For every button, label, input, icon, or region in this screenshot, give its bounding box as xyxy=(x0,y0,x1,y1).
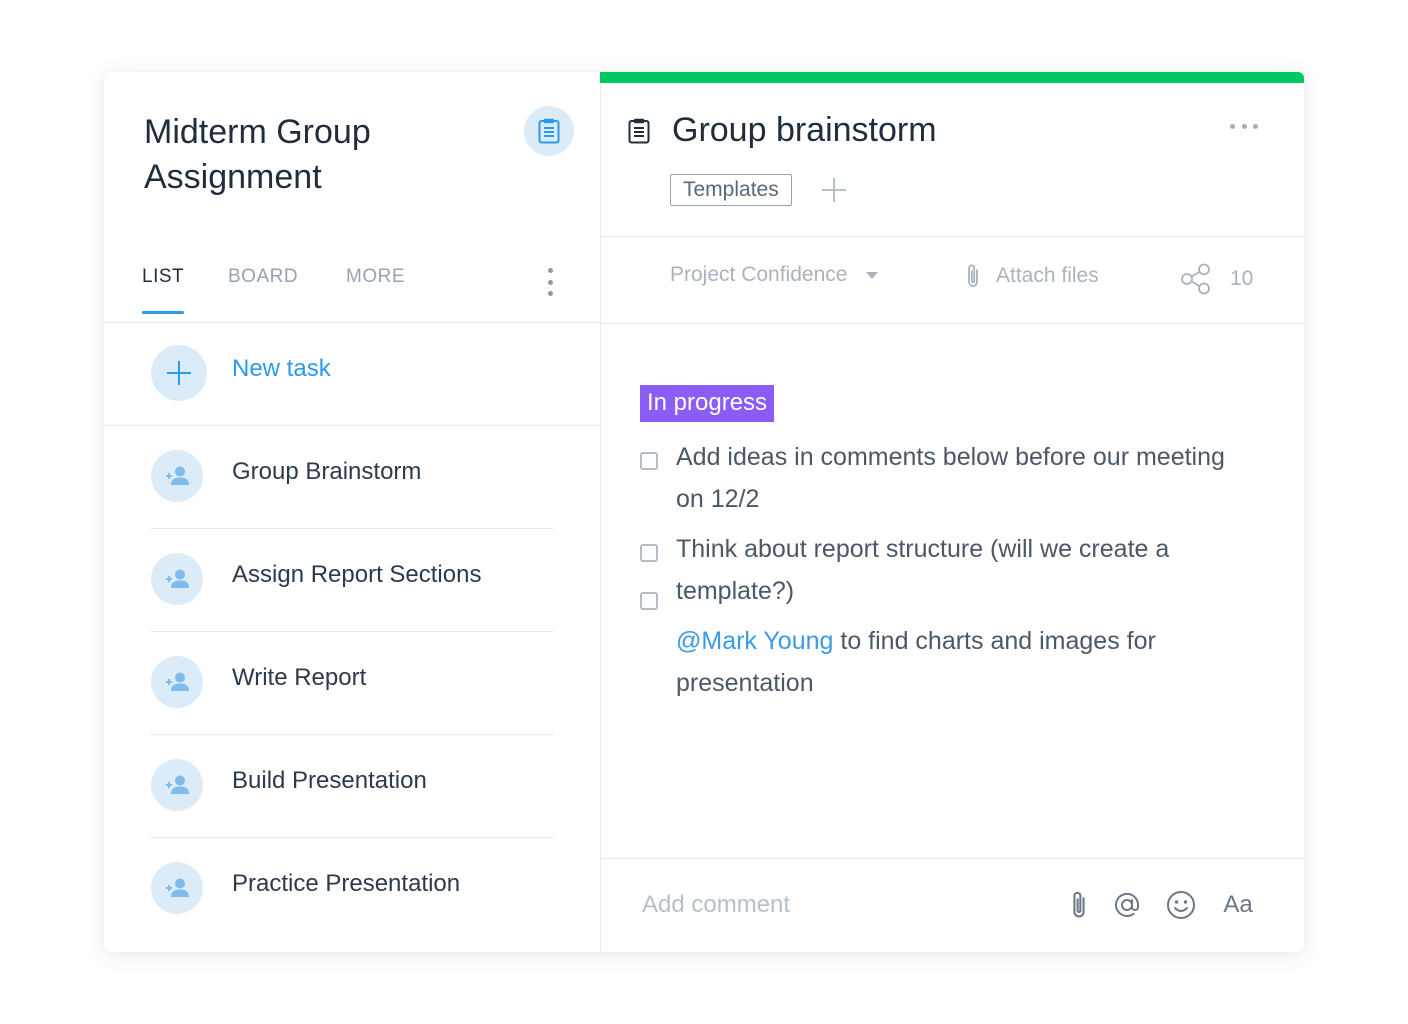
assign-user-icon xyxy=(166,672,189,691)
assignee-avatar[interactable] xyxy=(151,759,203,811)
attach-comment-button[interactable] xyxy=(1066,889,1092,921)
checklist-item: Add ideas in comments below before our m… xyxy=(640,436,1240,520)
task-list: Group Brainstorm Assign Report Sections xyxy=(104,426,600,941)
project-title: Midterm Group Assignment xyxy=(144,113,371,196)
text-format-button[interactable]: Aa xyxy=(1220,889,1256,921)
more-horizontal-icon[interactable] xyxy=(1230,124,1258,132)
task-title[interactable]: Group brainstorm xyxy=(672,108,937,152)
paperclip-icon xyxy=(1073,891,1085,918)
tab-board[interactable]: BOARD xyxy=(228,266,298,314)
caret-down-icon xyxy=(866,271,879,279)
task-name: Assign Report Sections xyxy=(232,561,482,588)
more-options-icon[interactable] xyxy=(540,264,560,300)
attach-files-label: Attach files xyxy=(996,264,1099,287)
project-confidence-dropdown[interactable]: Project Confidence xyxy=(670,263,879,287)
task-name: Build Presentation xyxy=(232,767,427,794)
new-task-button[interactable]: New task xyxy=(104,323,600,426)
mention-link[interactable]: @Mark Young xyxy=(676,627,833,655)
mention-button[interactable] xyxy=(1112,889,1142,921)
assign-user-icon xyxy=(166,878,189,897)
task-name: Practice Presentation xyxy=(232,870,461,897)
comment-bar: Aa xyxy=(600,858,1304,952)
view-tabs: LIST BOARD MORE xyxy=(104,252,600,323)
task-toolbar: Project Confidence Attach files 10 xyxy=(600,236,1304,324)
task-detail-panel: Group brainstorm Templates Project Confi… xyxy=(600,72,1304,952)
add-tag-icon[interactable] xyxy=(820,176,848,204)
assign-user-icon xyxy=(166,569,189,588)
project-panel: Midterm Group Assignment LIST BOARD MORE xyxy=(104,72,601,952)
clipboard-icon xyxy=(628,118,650,144)
share-count: 10 xyxy=(1230,267,1254,290)
share-icon xyxy=(1181,263,1210,295)
new-task-circle xyxy=(151,345,207,401)
task-manager-card: Midterm Group Assignment LIST BOARD MORE xyxy=(104,72,1304,952)
checkbox[interactable] xyxy=(640,544,658,562)
tab-more[interactable]: MORE xyxy=(346,266,405,314)
checkbox[interactable] xyxy=(640,452,658,470)
clipboard-icon xyxy=(538,118,560,144)
smiley-icon xyxy=(1167,891,1195,919)
task-name: Write Report xyxy=(232,664,367,691)
task-row[interactable]: Write Report xyxy=(104,632,600,735)
plus-icon xyxy=(167,361,191,385)
checklist: Add ideas in comments below before our m… xyxy=(640,436,1240,704)
paperclip-icon xyxy=(968,264,978,287)
assign-user-icon xyxy=(166,775,189,794)
project-details-button[interactable] xyxy=(524,106,574,156)
assign-user-icon xyxy=(166,466,189,485)
task-row[interactable]: Group Brainstorm xyxy=(104,426,600,529)
checklist-item: @Mark Young to find charts and images fo… xyxy=(640,620,1240,704)
new-task-label: New task xyxy=(232,355,331,382)
task-row[interactable]: Practice Presentation xyxy=(104,838,600,941)
task-row[interactable]: Assign Report Sections xyxy=(104,529,600,632)
checklist-item-text: Think about report structure (will we cr… xyxy=(676,535,1170,605)
emoji-button[interactable] xyxy=(1166,889,1196,921)
assignee-avatar[interactable] xyxy=(151,553,203,605)
attach-files-button[interactable]: Attach files xyxy=(966,263,1099,289)
checklist-item-text: Add ideas in comments below before our m… xyxy=(676,443,1225,513)
tag-templates[interactable]: Templates xyxy=(670,174,792,206)
status-badge[interactable]: In progress xyxy=(640,385,775,422)
assignee-avatar[interactable] xyxy=(151,656,203,708)
task-name: Group Brainstorm xyxy=(232,458,422,485)
checklist-item: Think about report structure (will we cr… xyxy=(640,528,1240,612)
assignee-avatar[interactable] xyxy=(151,450,203,502)
at-sign-icon xyxy=(1115,893,1140,917)
assignee-avatar[interactable] xyxy=(151,862,203,914)
progress-bar xyxy=(600,72,1304,83)
tab-list[interactable]: LIST xyxy=(142,266,185,314)
checkbox[interactable] xyxy=(640,592,658,610)
task-row[interactable]: Build Presentation xyxy=(104,735,600,838)
share-button[interactable]: 10 xyxy=(1180,263,1253,295)
comment-input[interactable] xyxy=(642,887,1022,923)
project-confidence-label: Project Confidence xyxy=(670,263,848,286)
